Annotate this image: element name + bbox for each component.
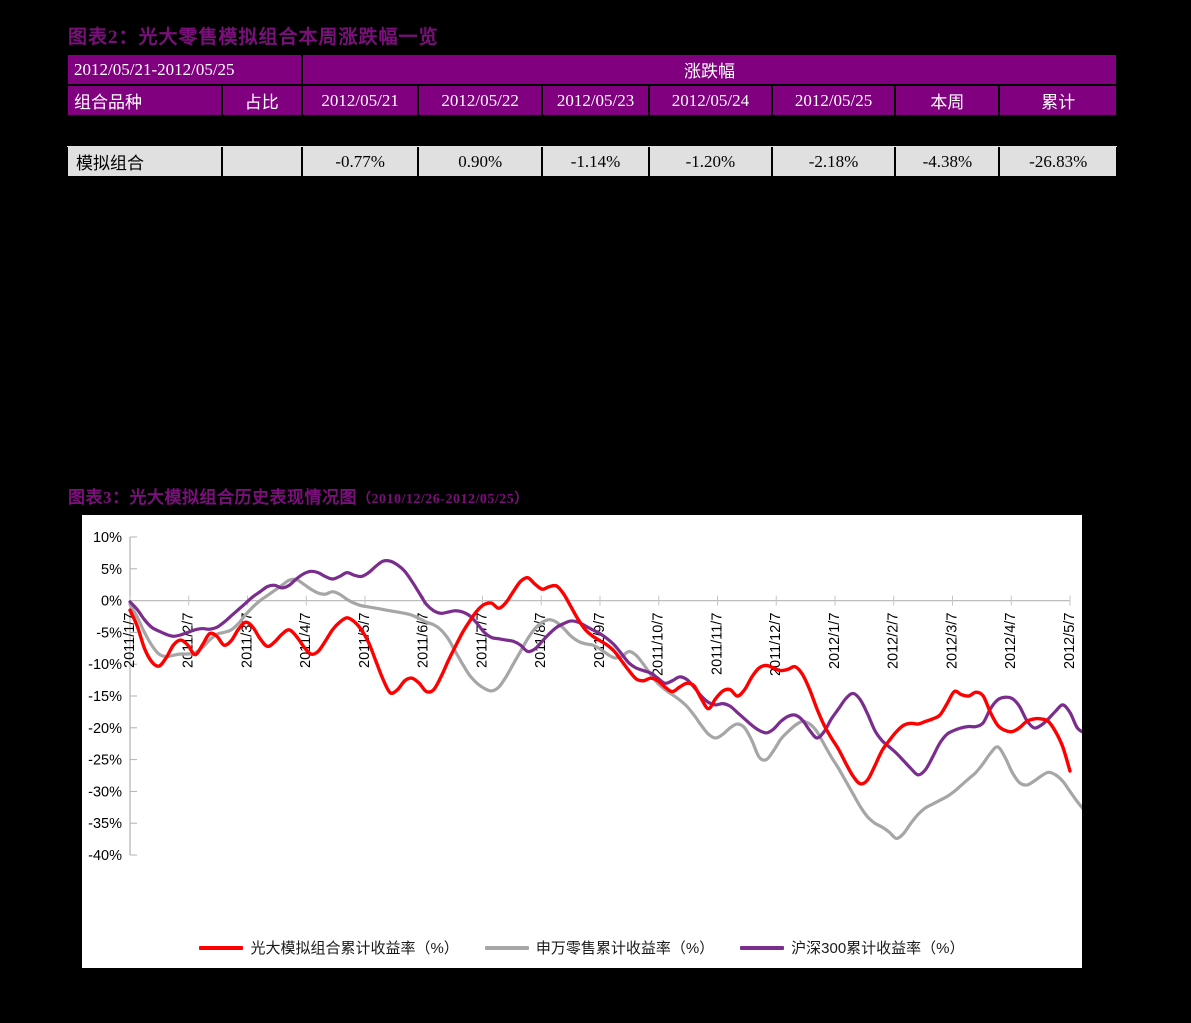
legend-item[interactable]: 申万零售累计收益率（%） xyxy=(484,937,715,958)
x-axis-tick-label: 2012/3/7 xyxy=(945,613,961,669)
legend-label: 沪深300累计收益率（%） xyxy=(791,940,965,957)
series-line-0 xyxy=(128,575,1072,786)
cell-d3: -1.14% xyxy=(540,145,651,178)
table-header-row-period: 2012/05/21-2012/05/25 涨跌幅 xyxy=(66,53,1119,86)
x-axis-tick-label: 2011/10/7 xyxy=(651,613,667,676)
table-empty-body-row xyxy=(67,116,1117,146)
cell-week: -4.38% xyxy=(894,145,1001,178)
empty-cell xyxy=(222,116,302,146)
x-axis-tick-label: 2012/1/7 xyxy=(827,613,843,669)
x-axis-tick-label: 2012/4/7 xyxy=(1003,613,1019,669)
cell-d5: -2.18% xyxy=(770,145,897,178)
chart-legend: 光大模拟组合累计收益率（%） 申万零售累计收益率（%） 沪深300累计收益率（%） xyxy=(82,937,1082,958)
cell-d4: -1.20% xyxy=(648,145,773,178)
legend-swatch-icon xyxy=(740,945,785,950)
legend-swatch-icon xyxy=(199,945,244,950)
empty-cell xyxy=(418,116,542,146)
legend-item[interactable]: 沪深300累计收益率（%） xyxy=(740,937,965,958)
empty-cell xyxy=(67,116,222,146)
y-axis-tick-label: -5% xyxy=(96,625,122,641)
empty-cell xyxy=(895,116,999,146)
cell-share xyxy=(220,145,303,178)
exhibit3-title-range: （2010/12/26-2012/05/25） xyxy=(357,492,529,507)
x-axis-tick-label: 2011/5/7 xyxy=(357,613,373,668)
legend-label: 光大模拟组合累计收益率（%） xyxy=(250,940,459,957)
empty-cell xyxy=(302,116,418,146)
cell-cumulative: -26.83% xyxy=(998,145,1118,178)
column-header-d3: 2012/05/23 xyxy=(540,84,651,117)
exhibit3-title-main: 图表3：光大模拟组合历史表现情况图 xyxy=(68,488,357,507)
y-axis-tick-label: -30% xyxy=(88,784,122,800)
column-header-d4: 2012/05/24 xyxy=(648,84,773,117)
y-axis-tick-label: -20% xyxy=(88,721,122,737)
cell-d1: -0.77% xyxy=(300,145,420,178)
empty-cell xyxy=(649,116,772,146)
legend-swatch-icon xyxy=(484,945,529,950)
empty-cell xyxy=(542,116,649,146)
exhibit2-title: 图表2：光大零售模拟组合本周涨跌幅一览 xyxy=(68,27,439,48)
y-axis-tick-label: -10% xyxy=(88,657,122,673)
table-header-row-columns: 组合品种 占比 2012/05/21 2012/05/22 2012/05/23… xyxy=(66,84,1118,117)
x-axis-tick-label: 2011/11/7 xyxy=(710,613,726,675)
column-header-week: 本周 xyxy=(894,84,1001,117)
y-axis-tick-label: 0% xyxy=(101,594,122,610)
column-header-d2: 2012/05/22 xyxy=(417,84,543,117)
change-group-header-cell: 涨跌幅 xyxy=(300,53,1119,86)
exhibit3-title: 图表3：光大模拟组合历史表现情况图（2010/12/26-2012/05/25） xyxy=(68,483,529,508)
y-axis-tick-label: -15% xyxy=(88,689,122,705)
table-row: 模拟组合 -0.77% 0.90% -1.14% -1.20% -2.18% -… xyxy=(66,145,1118,178)
cell-d2: 0.90% xyxy=(417,145,543,178)
column-header-variety: 组合品种 xyxy=(66,84,223,117)
y-axis-tick-label: -40% xyxy=(88,848,122,864)
y-axis-tick-label: 5% xyxy=(101,562,122,578)
y-axis-tick-label: 10% xyxy=(93,530,122,546)
legend-label: 申万零售累计收益率（%） xyxy=(535,940,715,957)
x-axis-tick-label: 2012/2/7 xyxy=(886,613,902,669)
page-root: 图表2：光大零售模拟组合本周涨跌幅一览 2012/05/21-2012/05/2… xyxy=(0,0,1191,1023)
column-header-d1: 2012/05/21 xyxy=(300,84,420,117)
y-axis-tick-label: -35% xyxy=(88,816,122,832)
empty-cell xyxy=(772,116,896,146)
legend-item[interactable]: 光大模拟组合累计收益率（%） xyxy=(199,937,459,958)
column-header-cumulative: 累计 xyxy=(998,84,1118,117)
period-header-cell: 2012/05/21-2012/05/25 xyxy=(66,53,303,86)
x-axis-tick-label: 2012/5/7 xyxy=(1062,613,1078,669)
empty-cell xyxy=(999,116,1117,146)
cell-variety: 模拟组合 xyxy=(66,145,223,178)
column-header-d5: 2012/05/25 xyxy=(770,84,897,117)
weekly-change-table: 2012/05/21-2012/05/25 涨跌幅 组合品种 占比 2012/0… xyxy=(66,53,1119,178)
performance-line-chart: 10% 5% 0% -5% -10% -15% -20% -25% -30% -35% -40% 20… xyxy=(88,530,1082,864)
y-axis-tick-label: -25% xyxy=(88,753,122,769)
column-header-share: 占比 xyxy=(220,84,303,117)
performance-chart-panel: 10% 5% 0% -5% -10% -15% -20% -25% -30% -35% -40% 20… xyxy=(82,515,1082,968)
